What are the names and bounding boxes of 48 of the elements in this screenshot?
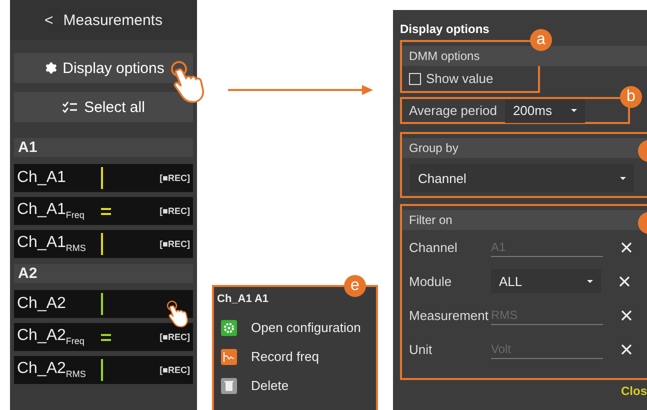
menu-title: Ch_A1 A1: [216, 292, 270, 307]
section-header: Group by: [402, 138, 647, 158]
measurement-row[interactable]: Ch_A1 [■REC]: [14, 164, 193, 192]
measurement-row[interactable]: Ch_A1$_{RMS}$ [■REC]: [14, 230, 193, 258]
display-options-button[interactable]: Display options: [14, 53, 193, 83]
module-dropdown[interactable]: ALL: [491, 269, 601, 293]
field-label: Module: [409, 274, 453, 288]
field-label: Channel: [409, 240, 458, 254]
group-header: A2: [14, 264, 193, 283]
close-link[interactable]: Clos: [620, 384, 647, 398]
measurement-row[interactable]: Ch_A1$_{Freq}$ [■REC]: [14, 197, 193, 225]
channel-name: Ch_A2$_{Freq}$: [17, 327, 86, 347]
channel-name: Ch_A1$_{Freq}$: [17, 201, 86, 221]
show-value-checkbox[interactable]: Show value: [402, 66, 538, 91]
menu-item-label: Record freq: [251, 349, 319, 364]
menu-item[interactable]: Delete: [214, 371, 376, 400]
rec-label: [■REC]: [160, 173, 190, 183]
callout-badge: b: [620, 86, 642, 108]
rec-label: [■REC]: [160, 332, 190, 342]
measurement-row[interactable]: Ch_A2: [14, 290, 193, 318]
section-header: DMM options: [402, 46, 647, 66]
callout-badge: a: [530, 29, 552, 51]
checkbox-label: Show value: [426, 71, 494, 86]
select-all-button[interactable]: Select all: [14, 92, 193, 122]
rec-label: [■REC]: [160, 365, 190, 375]
group-by-dropdown[interactable]: Channel: [410, 164, 634, 192]
group-header: A1: [14, 138, 193, 157]
rec-label: [■REC]: [160, 206, 190, 216]
menu-item[interactable]: Record freq: [214, 342, 376, 371]
measurement-row[interactable]: Ch_A2$_{Freq}$ [■REC]: [14, 323, 193, 351]
channel-name: Ch_A1$_{RMS}$: [17, 234, 87, 254]
menu-item-label: Open configuration: [251, 320, 361, 335]
field-label: Unit: [409, 342, 434, 356]
section-header: Filter on: [402, 210, 647, 230]
measurement-row[interactable]: Ch_A2$_{RMS}$ [■REC]: [14, 356, 193, 384]
rec-label: [■REC]: [160, 239, 190, 249]
callout-badge: e: [344, 275, 366, 297]
menu-item[interactable]: Open configuration: [214, 313, 376, 342]
period-dropdown[interactable]: 200ms: [504, 98, 585, 122]
channel-name: Ch_A2: [17, 295, 67, 313]
field-label: Average period: [409, 103, 497, 118]
channel-name: Ch_A2$_{RMS}$: [17, 360, 87, 380]
channel-name: Ch_A1: [17, 169, 67, 187]
field-label: Measurement: [409, 308, 490, 322]
dialog-title: Display options: [400, 22, 490, 36]
panel-title: Measurements: [63, 12, 162, 28]
menu-item-label: Delete: [251, 378, 289, 393]
back-button[interactable]: <: [44, 12, 54, 28]
